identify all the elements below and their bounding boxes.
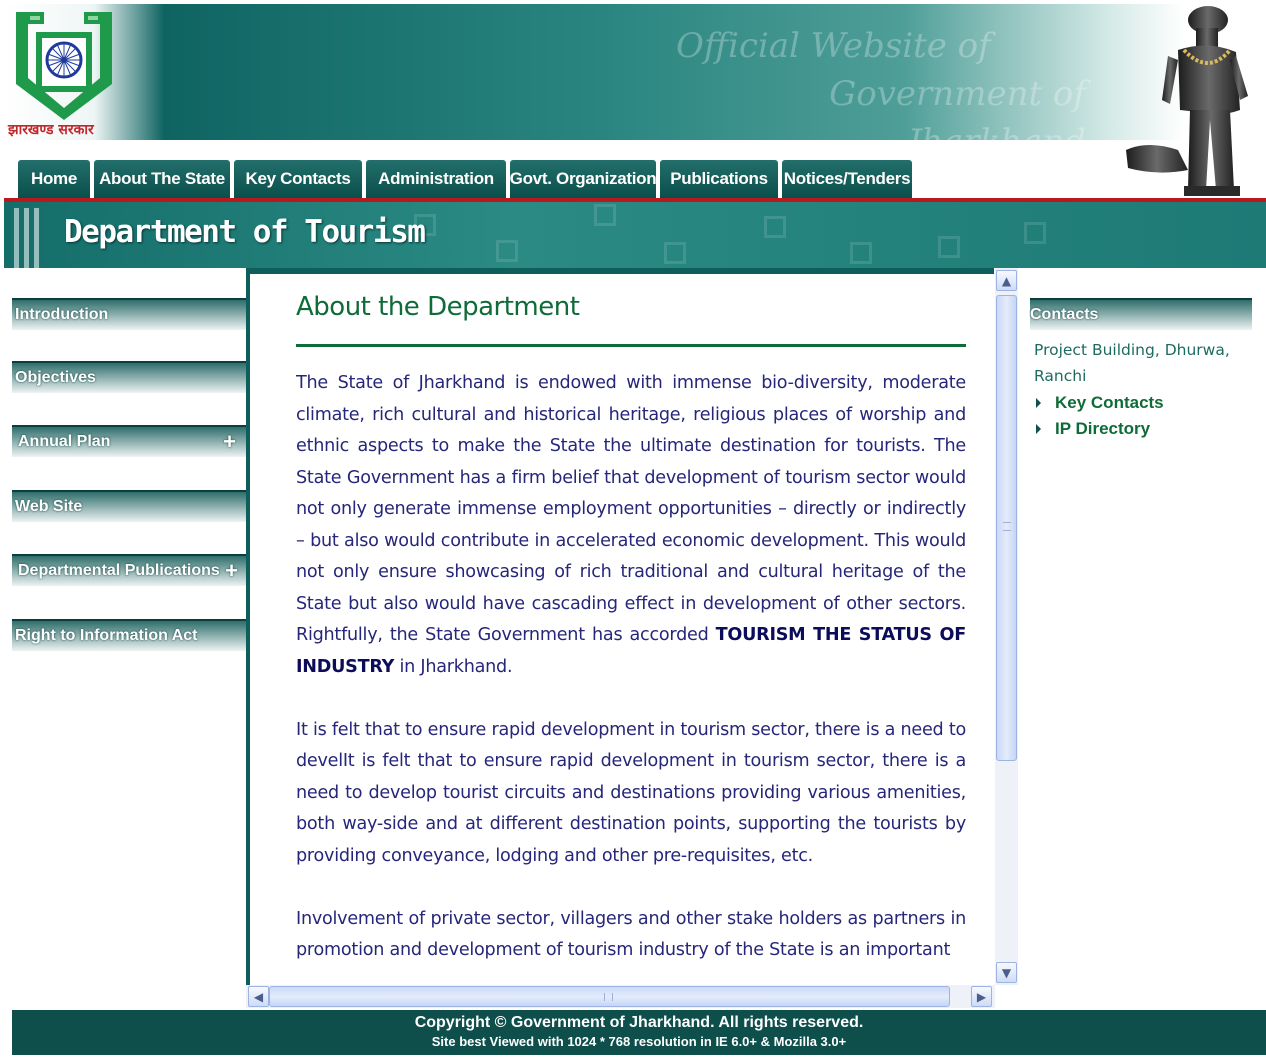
nav-tab-key-contacts[interactable]: Key Contacts (234, 160, 362, 198)
chevron-down-icon: ▼ (1001, 965, 1012, 980)
content-paragraph: Involvement of private sector, villagers… (296, 908, 966, 961)
contacts-link-key-contacts[interactable]: Key Contacts (1036, 393, 1164, 413)
site-header: झारखण्ड सरकार Official Website of Govern… (4, 4, 1266, 140)
chevron-left-icon: ◀ (253, 989, 264, 1004)
contacts-link-label[interactable]: Key Contacts (1055, 393, 1164, 413)
scroll-left-button[interactable]: ◀ (248, 986, 269, 1007)
nav-tab-notices-tenders[interactable]: Notices/Tenders (782, 160, 912, 198)
content-paragraph: It is felt that to ensure rapid developm… (296, 719, 966, 866)
site-footer: Copyright © Government of Jharkhand. All… (12, 1010, 1266, 1055)
tribal-statue-image (1126, 6, 1248, 196)
chevron-right-icon: ▶ (976, 989, 987, 1004)
content-paragraph: The State of Jharkhand is endowed with i… (296, 368, 966, 683)
arrow-right-icon (1036, 424, 1041, 434)
title-divider (296, 344, 966, 347)
contacts-link-ip-directory[interactable]: IP Directory (1036, 419, 1150, 439)
main-navigation: Home About The State Key Contacts Admini… (18, 160, 912, 198)
nav-tab-about-the-state[interactable]: About The State (94, 160, 230, 198)
sidebar-item-label: Objectives (15, 369, 96, 386)
department-title: Department of Tourism (64, 214, 426, 250)
official-line-1: Official Website of (676, 26, 991, 66)
sidebar-item-introduction[interactable]: Introduction (12, 298, 246, 330)
vertical-scroll-thumb[interactable] (996, 295, 1017, 761)
expand-plus-icon[interactable]: + (225, 558, 238, 584)
contacts-heading: Contacts (1030, 298, 1252, 330)
official-line-2: Government of Jharkhand (829, 74, 1086, 140)
sidebar-item-label: Introduction (15, 306, 109, 323)
horizontal-scrollbar[interactable]: ◀ ▶ (246, 985, 995, 1008)
footer-copyright: Copyright © Government of Jharkhand. All… (414, 1014, 864, 1031)
logo-caption: झारखण्ड सरकार (8, 122, 94, 138)
content-frame-left-border (246, 268, 250, 985)
scroll-down-button[interactable]: ▼ (996, 962, 1017, 983)
sidebar-item-label: Web Site (15, 498, 83, 515)
nav-tab-home[interactable]: Home (18, 160, 90, 198)
contacts-address: Project Building, Dhurwa, Ranchi (1034, 341, 1230, 385)
horizontal-scroll-thumb[interactable] (269, 986, 950, 1007)
nav-tab-administration[interactable]: Administration (366, 160, 506, 198)
page-title: About the Department (296, 292, 580, 322)
sidebar-item-label: Annual Plan (18, 433, 111, 450)
expand-plus-icon[interactable]: + (223, 429, 236, 455)
nav-tab-publications[interactable]: Publications (660, 160, 778, 198)
arrow-right-icon (1036, 398, 1041, 408)
scroll-up-button[interactable]: ▲ (996, 270, 1017, 291)
main-content: About the Department The State of Jharkh… (296, 292, 966, 984)
sidebar-item-annual-plan[interactable]: Annual Plan + (12, 425, 246, 457)
vertical-scrollbar[interactable]: ▲ ▼ (995, 268, 1018, 985)
contacts-link-label[interactable]: IP Directory (1055, 419, 1150, 439)
paragraph-text: The State of Jharkhand is endowed with i… (296, 373, 966, 645)
nav-tab-govt-organization[interactable]: Govt. Organization (510, 160, 657, 198)
footer-best-viewed: Site best Viewed with 1024 * 768 resolut… (431, 1034, 847, 1049)
sidebar-item-label: Right to Information Act (15, 627, 198, 644)
chevron-up-icon: ▲ (1001, 273, 1012, 288)
banner-stripes (14, 208, 50, 268)
sidebar-item-label: Departmental Publications (18, 562, 220, 579)
sidebar-item-web-site[interactable]: Web Site (12, 490, 246, 522)
sidebar-item-right-to-information-act[interactable]: Right to Information Act (12, 619, 246, 651)
content-frame-top-border (246, 268, 994, 274)
paragraph-text: in Jharkhand. (394, 656, 513, 677)
official-website-watermark: Official Website of Government of Jharkh… (676, 22, 1086, 140)
sidebar-item-departmental-publications[interactable]: Departmental Publications + (12, 554, 246, 586)
scroll-right-button[interactable]: ▶ (971, 986, 992, 1007)
sidebar-item-objectives[interactable]: Objectives (12, 361, 246, 393)
